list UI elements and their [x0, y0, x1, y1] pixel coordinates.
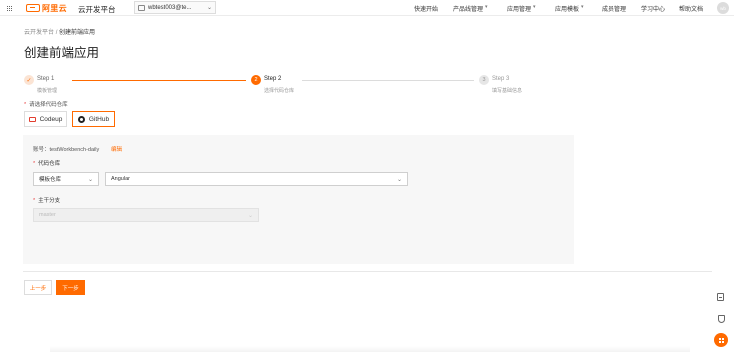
nav-app-management[interactable]: 应用管理 ▾ — [507, 4, 536, 13]
account-info: 账号：testWorkbench-daily — [33, 147, 100, 153]
avatar[interactable]: wb — [717, 2, 729, 14]
edit-account-link[interactable]: 编辑 — [111, 145, 122, 153]
github-source-button[interactable]: GitHub — [72, 111, 115, 127]
branch-field-label: * 主干分支 — [33, 198, 61, 204]
step-connector-1 — [72, 80, 246, 81]
aliyun-logo[interactable]: 阿里云 — [26, 3, 67, 13]
chevron-down-icon: ⌄ — [247, 212, 253, 219]
next-step-button[interactable]: 下一步 — [56, 280, 85, 295]
chevron-down-icon: ⌄ — [396, 176, 402, 183]
chevron-down-icon: ⌄ — [206, 5, 212, 11]
codeup-source-button[interactable]: Codeup — [24, 111, 67, 127]
document-icon[interactable] — [717, 293, 724, 301]
breadcrumb-root[interactable]: 云开发平台 — [24, 30, 54, 36]
repo-source-label: * 请选择代码仓库 — [24, 102, 68, 108]
step-connector-2 — [302, 80, 474, 81]
nav-app-templates[interactable]: 应用模板 ▾ — [555, 4, 584, 13]
workspace-name: wbtest003@te... — [148, 4, 192, 11]
step-3-name: Step 3 — [492, 76, 510, 82]
chevron-down-icon: ▾ — [533, 4, 536, 10]
nav-help-docs[interactable]: 帮助文档 — [679, 4, 703, 13]
workspace-selector[interactable]: wbtest003@te... ⌄ — [134, 1, 216, 14]
breadcrumb-current: 创建前端应用 — [59, 30, 96, 36]
step-3-desc: 填写基础信息 — [492, 88, 523, 94]
breadcrumb-separator: / — [55, 30, 58, 36]
required-mark: * — [24, 102, 27, 108]
nav-quick-start[interactable]: 快速开始 — [414, 4, 438, 13]
nav-product-line[interactable]: 产品线管理 ▾ — [453, 4, 488, 13]
chevron-down-icon: ⌄ — [87, 176, 93, 183]
chevron-down-icon: ▾ — [485, 4, 488, 10]
step-1-desc: 模板管理 — [37, 88, 58, 94]
menu-grid-icon[interactable] — [714, 333, 728, 347]
shield-icon[interactable] — [716, 314, 726, 324]
bottom-shadow — [50, 346, 690, 352]
logo-text: 阿里云 — [42, 3, 67, 13]
repo-name-value: Angular — [111, 176, 130, 182]
required-mark: * — [33, 198, 36, 204]
nav-members[interactable]: 成员管理 — [602, 4, 626, 13]
repo-type-select[interactable]: 模板仓库 ⌄ — [33, 172, 99, 186]
required-mark: * — [33, 161, 36, 167]
step-2-number: 2 — [251, 75, 261, 85]
codeup-icon — [28, 116, 36, 122]
breadcrumb: 云开发平台 / 创建前端应用 — [24, 27, 95, 36]
step-3-number: 3 — [479, 75, 489, 85]
footer-divider — [23, 271, 712, 272]
app-grid-icon[interactable] — [6, 5, 12, 11]
codeup-label: Codeup — [39, 115, 63, 123]
repo-field-label: * 代码仓库 — [33, 161, 61, 167]
step-1-check-icon: ✓ — [24, 75, 34, 85]
aliyun-logo-icon — [26, 4, 40, 12]
platform-name[interactable]: 云开发平台 — [78, 4, 116, 15]
page-title: 创建前端应用 — [24, 46, 100, 60]
repo-name-select[interactable]: Angular ⌄ — [105, 172, 408, 186]
nav-learning-center[interactable]: 学习中心 — [641, 4, 665, 13]
step-1-name: Step 1 — [37, 76, 55, 82]
branch-select: master ⌄ — [33, 208, 259, 222]
repo-config-panel — [23, 135, 574, 264]
github-icon — [77, 115, 85, 123]
repo-type-value: 模板仓库 — [39, 177, 62, 183]
chevron-down-icon: ▾ — [581, 4, 584, 10]
prev-step-button[interactable]: 上一步 — [24, 280, 52, 295]
step-2-desc: 选择代码仓库 — [264, 88, 295, 94]
branch-value: master — [39, 212, 56, 218]
github-label: GitHub — [88, 115, 110, 123]
account-value: testWorkbench-daily — [49, 147, 100, 153]
top-nav-bar: 阿里云 云开发平台 wbtest003@te... ⌄ 快速开始 产品线管理 ▾ … — [0, 0, 734, 16]
workspace-icon — [138, 4, 145, 11]
step-2-name: Step 2 — [264, 76, 282, 82]
